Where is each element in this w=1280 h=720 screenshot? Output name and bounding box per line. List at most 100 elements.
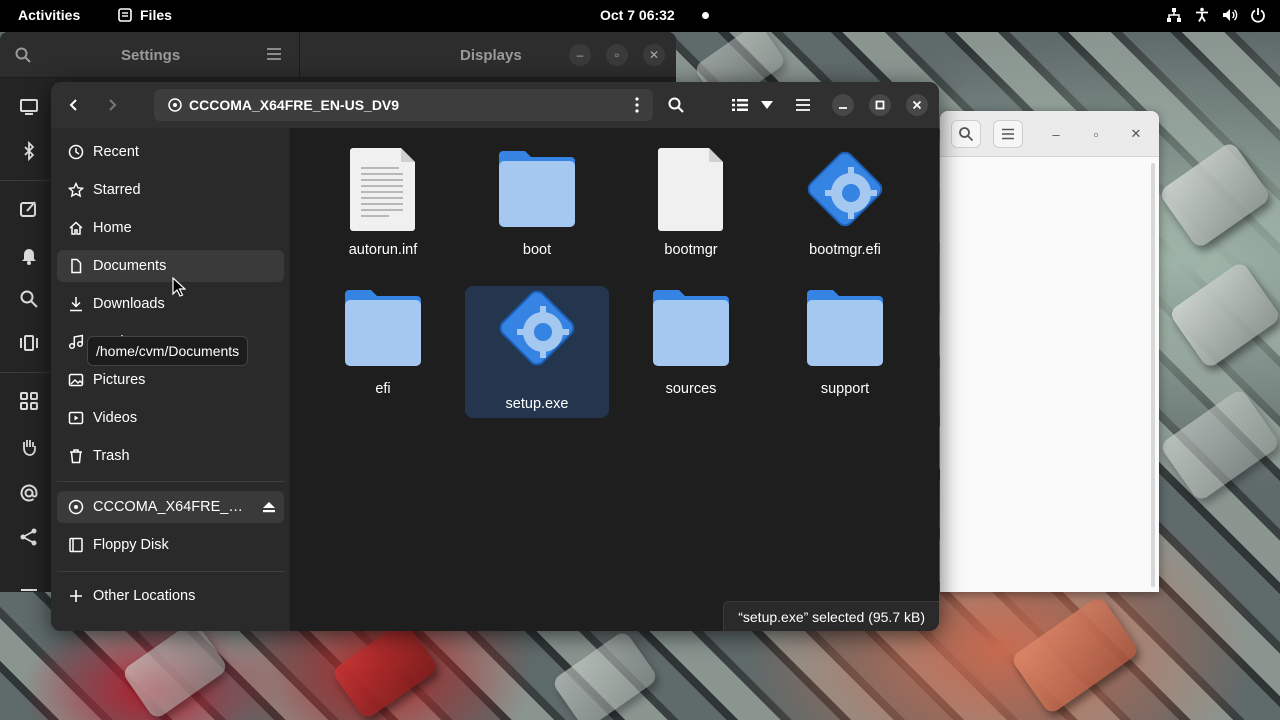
view-options-dropdown[interactable] <box>755 91 779 119</box>
maximize-button[interactable] <box>869 94 891 116</box>
sidebar-item-label: Floppy Disk <box>93 537 169 553</box>
notifications-icon[interactable] <box>18 244 40 266</box>
minimize-button[interactable]: – <box>1046 124 1066 144</box>
sidebar-item-label: Videos <box>93 410 138 426</box>
minimize-button[interactable]: – <box>569 44 591 66</box>
editor-menu-button[interactable] <box>993 120 1023 148</box>
main-menu-button[interactable] <box>788 91 818 119</box>
file-name: bootmgr <box>664 242 718 258</box>
file-name: efi <box>375 381 391 397</box>
file-item[interactable]: bootmgr <box>619 134 763 266</box>
editor-scrollbar[interactable] <box>1151 163 1155 587</box>
editor-headerbar: – ▫ ✕ <box>940 111 1159 157</box>
search-icon <box>668 97 684 113</box>
file-item[interactable]: sources <box>619 273 763 405</box>
hamburger-menu-icon <box>1002 128 1014 140</box>
sidebar-item-label: CCCOMA_X64FRE_… <box>93 499 243 515</box>
settings-headerbar: Settings Displays – ▫ ✕ <box>0 32 676 78</box>
sidebar-item-starred[interactable]: Starred <box>57 174 284 206</box>
sidebar-item-cdrom[interactable]: CCCOMA_X64FRE_… <box>57 491 284 523</box>
background-icon[interactable] <box>18 198 40 220</box>
multitasking-icon[interactable] <box>18 332 40 354</box>
file-item[interactable]: efi <box>311 273 455 405</box>
app-menu[interactable]: Files <box>118 7 172 23</box>
sidebar-item-label: Trash <box>93 448 130 464</box>
file-icon-view[interactable]: autorun.inf boot bootmgr bootmgr.efi efi <box>291 128 939 631</box>
sidebar-item-downloads[interactable]: Downloads <box>57 288 284 320</box>
minimize-button[interactable] <box>832 94 854 116</box>
wallpaper-keycap <box>1158 387 1280 503</box>
places-sidebar: Recent Starred Home Documents Downloads … <box>51 128 291 631</box>
list-view-icon <box>732 99 748 111</box>
close-button[interactable]: ✕ <box>1126 124 1146 144</box>
home-icon <box>69 221 83 235</box>
sidebar-item-pictures[interactable]: Pictures <box>57 364 284 396</box>
settings-sidebar-title: Settings <box>121 47 181 64</box>
hamburger-menu-icon <box>796 99 810 111</box>
sidebar-item-documents[interactable]: Documents <box>57 250 284 282</box>
maximize-button[interactable]: ▫ <box>606 44 628 66</box>
floppy-icon <box>69 537 83 553</box>
system-tray[interactable] <box>1166 7 1266 23</box>
sharing-icon[interactable] <box>18 526 40 548</box>
wallpaper-keycap <box>330 619 440 720</box>
file-name: sources <box>665 381 717 397</box>
wallpaper-keycap <box>550 629 660 720</box>
search-button[interactable] <box>661 91 691 119</box>
editor-search-button[interactable] <box>951 120 981 148</box>
search-settings-icon[interactable] <box>18 288 40 310</box>
chevron-right-icon <box>109 99 117 111</box>
file-item[interactable]: autorun.inf <box>311 134 455 266</box>
bluetooth-icon[interactable] <box>18 140 40 162</box>
eject-button[interactable] <box>254 500 284 514</box>
file-item[interactable]: support <box>773 273 917 405</box>
wallpaper-keycap <box>1009 594 1141 716</box>
file-item[interactable]: bootmgr.efi <box>773 134 917 266</box>
hamburger-menu-icon[interactable] <box>266 47 282 61</box>
wallpaper-keycap <box>120 619 230 720</box>
sidebar-item-label: Recent <box>93 144 139 160</box>
files-app-icon <box>118 8 132 22</box>
online-accounts-icon[interactable] <box>18 482 40 504</box>
app-name: Files <box>140 7 172 23</box>
view-list-button[interactable] <box>725 91 755 119</box>
network-icon <box>1167 8 1181 22</box>
wallpaper-keycap <box>1168 260 1280 370</box>
sidebar-item-trash[interactable]: Trash <box>57 440 284 472</box>
close-button[interactable]: ✕ <box>643 44 665 66</box>
sound-icon[interactable] <box>18 580 40 592</box>
file-name: setup.exe <box>505 396 569 412</box>
sidebar-item-floppy[interactable]: Floppy Disk <box>57 529 284 561</box>
close-button[interactable] <box>906 94 928 116</box>
sidebar-item-recent[interactable]: Recent <box>57 136 284 168</box>
maximize-button[interactable]: ▫ <box>1086 124 1106 144</box>
search-icon[interactable] <box>14 46 32 64</box>
sidebar-item-other-locations[interactable]: Other Locations <box>57 580 284 612</box>
folder-icon <box>311 283 455 373</box>
file-item[interactable]: boot <box>465 134 609 266</box>
more-options-icon[interactable] <box>629 96 645 114</box>
notification-dot <box>702 12 709 19</box>
file-item-selected[interactable]: setup.exe <box>465 286 609 418</box>
activities-button[interactable]: Activities <box>18 7 80 23</box>
path-bar[interactable]: CCCOMA_X64FRE_EN-US_DV9 <box>154 89 653 121</box>
sidebar-item-videos[interactable]: Videos <box>57 402 284 434</box>
picture-icon <box>68 373 84 387</box>
display-icon[interactable] <box>18 96 40 118</box>
clock-icon <box>68 144 84 160</box>
forward-button[interactable] <box>97 91 127 119</box>
plus-icon <box>70 590 82 602</box>
folder-icon <box>465 144 609 234</box>
back-button[interactable] <box>59 91 89 119</box>
generic-file-icon <box>619 144 763 234</box>
apps-icon[interactable] <box>18 390 40 412</box>
sidebar-divider <box>57 571 285 572</box>
music-icon <box>68 334 84 350</box>
clock[interactable]: Oct 7 06:32 <box>600 7 675 23</box>
chevron-left-icon <box>69 99 77 111</box>
top-bar: Activities Files Oct 7 06:32 <box>0 0 1280 32</box>
privacy-hand-icon[interactable] <box>18 436 40 458</box>
document-icon <box>71 258 82 274</box>
wallpaper-keycap <box>1158 140 1272 250</box>
sidebar-item-home[interactable]: Home <box>57 212 284 244</box>
